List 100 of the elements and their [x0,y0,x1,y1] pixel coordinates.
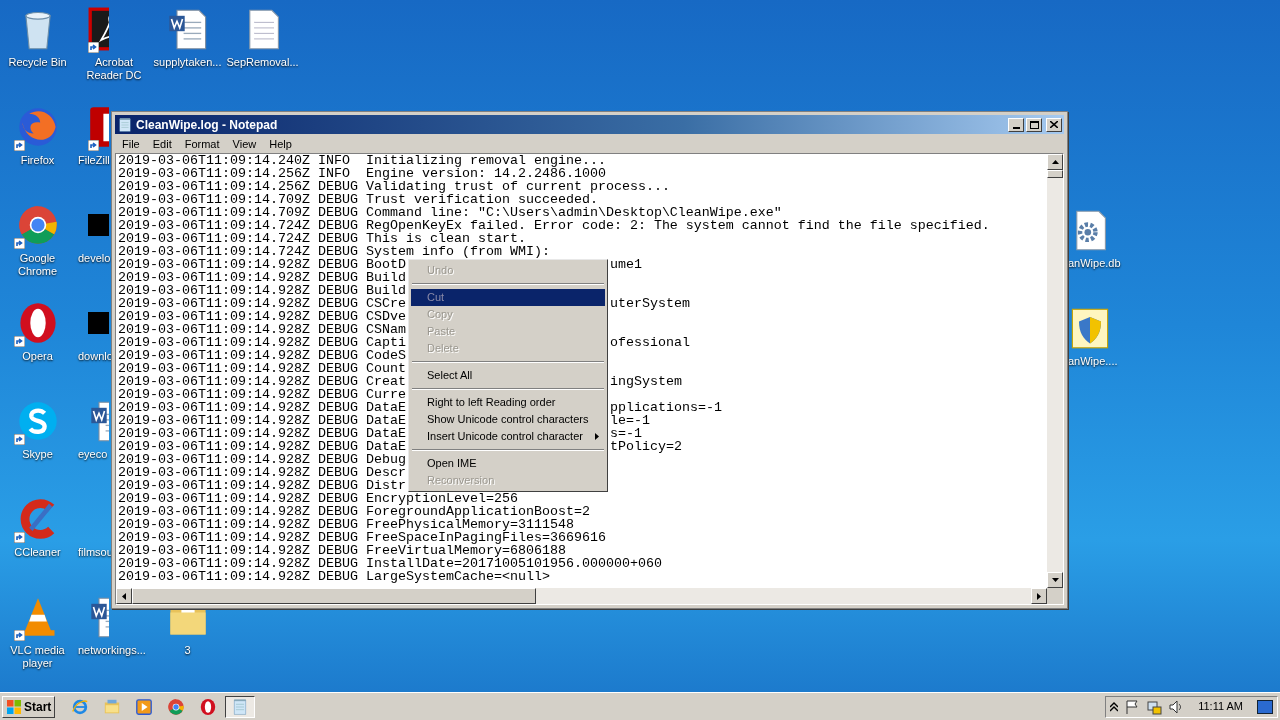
desktop-icon-label[interactable]: anWipe.... [1068,355,1118,368]
log-line: 2019-03-06T11:09:14.928Z DEBUG EncryptionLevel=256 [118,492,518,505]
log-line: 2019-03-06T11:09:14.256Z DEBUG Validating trust of current process... [118,180,670,193]
taskbar-button[interactable] [225,695,256,718]
log-line: 2019-03-06T11:09:14.709Z DEBUG Command line: "C:\Users\admin\Desktop\CleanWipe.exe" [118,206,782,219]
filezilla-icon [88,105,109,149]
log-line: 2019-03-06T11:09:14.928Z DEBUG ForegroundApplicationBoost=2 [118,505,590,518]
log-line: s=-1 [610,427,642,440]
menu-item[interactable]: Select All [411,367,605,384]
document-icon [88,7,109,51]
browser-icon [71,697,90,716]
log-line: ofessional [610,336,690,349]
log-line: 2019-03-06T11:09:14.928Z DEBUG DataE [118,414,406,427]
desktop-icon-label[interactable]: Skype [22,448,53,461]
scroll-thumb[interactable] [132,588,536,604]
log-line: 2019-03-06T11:09:14.709Z DEBUG Trust verification succeeded. [118,193,598,206]
folder-icon [103,697,122,716]
menu-item[interactable]: Format [178,136,226,151]
log-line: 2019-03-06T11:09:14.928Z DEBUG Debug [118,453,406,466]
maximize-icon [1029,120,1039,129]
log-line: 2019-03-06T11:09:14.928Z DEBUG FreeVirtualMemory=6806188 [118,544,566,557]
log-line: 2019-03-06T11:09:14.928Z DEBUG BootD [118,258,406,271]
log-line: 2019-03-06T11:09:14.928Z DEBUG Creat [118,375,406,388]
minimize-button[interactable] [1008,117,1024,132]
log-line: 2019-03-06T11:09:14.256Z INFO Engine version: 14.2.2486.1000 [118,167,606,180]
close-button[interactable] [1046,117,1062,132]
desktop-icon-label[interactable]: Firefox [20,154,55,167]
scroll-left-icon [122,592,126,600]
menu-item[interactable]: Open IME [411,455,605,472]
log-line: 2019-03-06T11:09:14.928Z DEBUG LargeSystemCache=<null> [118,570,550,583]
opera-icon [199,697,218,716]
desktop-icon-label[interactable]: supplytaken... [153,56,222,69]
notepad-icon [231,697,250,716]
log-line: 2019-03-06T11:09:14.928Z DEBUG CodeS [118,349,406,362]
chrome-icon [167,697,186,716]
log-line: uterSystem [610,297,690,310]
submenu-arrow-icon [595,433,599,440]
log-line: ume1 [610,258,642,271]
minimize-icon [1012,126,1020,129]
desktop-icon-label[interactable]: CCleaner [14,546,61,559]
log-line: 2019-03-06T11:09:14.928Z DEBUG FreePhysicalMemory=3111548 [118,518,574,531]
log-line: 2019-03-06T11:09:14.928Z DEBUG Distr [118,479,406,492]
log-line: 2019-03-06T11:09:14.928Z DEBUG DataE [118,401,406,414]
windows-logo-icon [6,698,22,715]
network-icon[interactable] [1146,698,1163,715]
log-line: 2019-03-06T11:09:14.928Z DEBUG CSDve [118,310,406,323]
desktop-icon-label[interactable]: networkings... [78,644,146,657]
desktop-icon-label[interactable]: develo [78,252,111,265]
log-line: 2019-03-06T11:09:14.928Z DEBUG CSNam [118,323,406,336]
desktop-icon-label[interactable]: VLC media player [0,644,75,670]
scroll-right-icon [1037,592,1041,600]
desktop-icon-label[interactable]: Google Chrome [0,252,75,278]
desktop-icon-label[interactable]: Recycle Bin [8,56,67,69]
menu-item[interactable]: File [116,136,146,151]
flag-icon[interactable] [1124,698,1141,715]
close-icon [1050,121,1058,128]
menu-item[interactable]: Right to left Reading order [411,394,605,411]
file-icon [88,312,109,334]
desktop-icon-label[interactable]: Acrobat Reader DC [78,56,150,82]
desktop-icon-label[interactable]: downlo [78,350,113,363]
scroll-up-icon [1051,160,1059,164]
file-icon [88,214,109,236]
menu-item[interactable]: Edit [146,136,178,151]
log-line: 2019-03-06T11:09:14.928Z DEBUG Build [118,284,406,297]
desktop-icon-label[interactable]: anWipe.db [1068,257,1121,270]
log-line: 2019-03-06T11:09:14.240Z INFO Initializing removal engine... [118,154,606,167]
menu-item[interactable]: Show Unicode control characters [411,411,605,428]
log-line: 2019-03-06T11:09:14.928Z DEBUG DataE [118,440,406,453]
log-line: le=-1 [610,414,650,427]
desktop-icon-label[interactable]: FileZill [78,154,110,167]
desktop-icon-label[interactable]: Opera [22,350,53,363]
media-player-icon [135,697,154,716]
vertical-scrollbar[interactable] [1047,154,1063,588]
desktop-icon-label[interactable]: 3 [184,644,191,657]
log-line: tPolicy=2 [610,440,682,453]
log-line: 2019-03-06T11:09:14.928Z DEBUG DataE [118,427,406,440]
desktop-icon-label[interactable]: eyeco [78,448,108,461]
start-button[interactable]: Start [2,695,56,718]
notepad-icon [117,116,133,133]
desktop-icon-label[interactable]: SepRemoval... [226,56,299,69]
log-line: 2019-03-06T11:09:14.928Z DEBUG Descr [118,466,406,479]
log-line: pplications=-1 [610,401,722,414]
menu-item[interactable]: Help [263,136,298,151]
chevron-up-icon[interactable] [1110,701,1119,712]
log-line: 2019-03-06T11:09:14.928Z DEBUG CSCre [118,297,406,310]
maximize-button[interactable] [1026,117,1042,132]
scroll-thumb[interactable] [1047,170,1063,178]
log-line: 2019-03-06T11:09:14.928Z DEBUG FreeSpaceInPagingFiles=3669616 [118,531,606,544]
log-line: 2019-03-06T11:09:14.724Z DEBUG RegOpenKeyEx failed. Error code: 2: The system cannot find the file specified. [118,219,990,232]
scroll-down-icon [1051,578,1059,582]
menu-item[interactable]: View [226,136,263,151]
log-line: 2019-03-06T11:09:14.928Z DEBUG Count [118,362,406,375]
log-line: 2019-03-06T11:09:14.928Z DEBUG Build [118,271,406,284]
log-line: 2019-03-06T11:09:14.928Z DEBUG Curre [118,388,406,401]
log-line: ingSystem [610,375,682,388]
log-line: 2019-03-06T11:09:14.928Z DEBUG Capti [118,336,406,349]
show-desktop-icon[interactable] [1257,699,1273,714]
menu-item[interactable]: Insert Unicode control character [411,428,605,445]
horizontal-scrollbar[interactable] [116,588,1047,604]
log-line: 2019-03-06T11:09:14.724Z DEBUG This is clean start. [118,232,526,245]
